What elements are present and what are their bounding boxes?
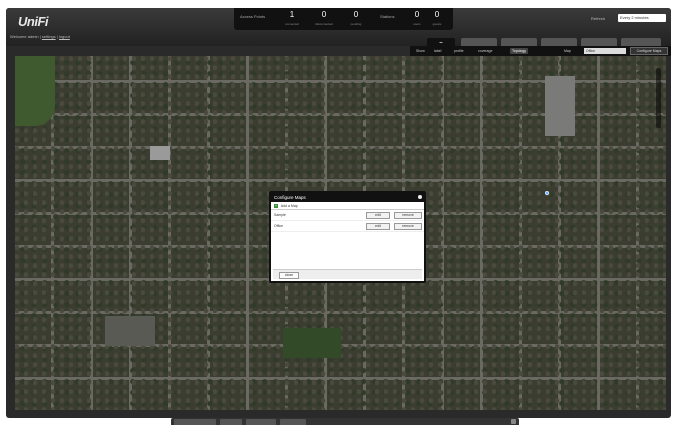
close-icon[interactable] <box>418 195 422 199</box>
bottom-tab-2[interactable] <box>220 419 242 425</box>
building-block <box>545 76 575 136</box>
ap-disconnected-label: disconnected <box>315 22 333 26</box>
refresh-label: Refresh <box>591 16 606 21</box>
edit-button[interactable]: edit <box>366 212 390 219</box>
coverage-toggle[interactable]: coverage <box>476 48 494 54</box>
map-list-item: Sample edit remove <box>271 210 424 221</box>
tab-2[interactable] <box>461 38 497 46</box>
tab-5[interactable] <box>581 38 617 46</box>
stations-guests-count: 0 <box>434 10 440 19</box>
stats-panel: Access Points 1 connected 0 disconnected… <box>234 8 453 30</box>
access-point-marker[interactable] <box>545 191 549 195</box>
map-list-item: Office edit remove <box>271 221 424 232</box>
dialog-title: Configure Maps <box>271 193 424 202</box>
expand-icon[interactable] <box>511 419 516 424</box>
map-select[interactable]: Office <box>584 48 626 54</box>
park-area <box>15 56 55 126</box>
zoom-slider[interactable] <box>656 68 661 128</box>
map-name: Office <box>274 224 284 228</box>
stations-label: Stations <box>380 14 395 19</box>
refresh-select[interactable]: Every 2 minutes <box>618 14 666 22</box>
ap-pending-label: pending <box>350 22 362 26</box>
welcome-bar: Welcome admin | settings | logout <box>10 34 70 39</box>
ap-connected-label: connected <box>285 22 299 26</box>
close-button[interactable]: close <box>279 272 299 279</box>
configure-maps-dialog: Configure Maps + Add a Map Sample edit r… <box>269 191 426 283</box>
stations-users-count: 0 <box>414 10 420 19</box>
bottom-tab-1[interactable] <box>174 419 216 425</box>
bottom-tab-4[interactable] <box>280 419 306 425</box>
edit-button[interactable]: edit <box>366 223 390 230</box>
tab-map[interactable]: ▬ <box>427 38 455 46</box>
tab-6[interactable] <box>621 38 661 46</box>
building-block <box>150 146 170 160</box>
label-toggle[interactable]: label <box>432 48 443 54</box>
dialog-title-text: Configure Maps <box>274 195 306 200</box>
add-map-label: Add a Map <box>280 204 298 208</box>
ap-disconnected-count: 0 <box>321 10 327 19</box>
map-tab-icon: ▬ <box>439 40 443 44</box>
map-name: Sample <box>274 213 286 217</box>
field-area <box>283 328 341 358</box>
map-select-label: Map <box>564 49 571 53</box>
topology-toggle[interactable]: Topology <box>510 48 529 54</box>
remove-button[interactable]: remove <box>394 223 422 230</box>
bottom-tab-3[interactable] <box>246 419 276 425</box>
plus-icon: + <box>274 204 278 209</box>
bottom-bar <box>171 418 519 425</box>
stations-guests-label: guests <box>432 22 442 26</box>
welcome-text: Welcome admin <box>10 34 39 39</box>
ap-connected-count: 1 <box>289 10 295 19</box>
tab-3[interactable] <box>501 38 537 46</box>
map-toolbar: Show label profile coverage Topology Map… <box>410 46 671 56</box>
profile-toggle[interactable]: profile <box>452 48 466 54</box>
add-map-row[interactable]: + Add a Map <box>271 202 424 210</box>
settings-link[interactable]: settings <box>42 34 56 39</box>
ap-pending-count: 0 <box>353 10 359 19</box>
logout-link[interactable]: logout <box>59 34 70 39</box>
dialog-footer: close <box>273 269 422 279</box>
remove-button[interactable]: remove <box>394 212 422 219</box>
unifi-logo: UniFi <box>18 14 49 29</box>
show-button[interactable]: Show <box>414 48 427 54</box>
building-block <box>105 316 155 346</box>
configure-maps-button[interactable]: Configure Maps <box>630 47 668 55</box>
app-window: UniFi Welcome admin | settings | logout … <box>6 8 671 418</box>
access-points-label: Access Points <box>240 14 266 19</box>
header: UniFi Welcome admin | settings | logout … <box>6 8 671 46</box>
tab-4[interactable] <box>541 38 577 46</box>
